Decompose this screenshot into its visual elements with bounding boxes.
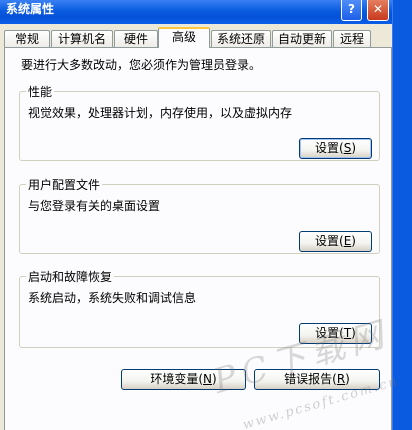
tab-hardware[interactable]: 硬件 xyxy=(114,30,158,48)
performance-settings-button[interactable]: 设置(S) xyxy=(299,138,372,159)
tab-strip: 常规 计算机名 硬件 高级 系统还原 自动更新 远程 xyxy=(4,27,392,48)
environment-variables-label: 环境变量 xyxy=(150,372,199,386)
admin-notice: 要进行大多数改动，您必须作为管理员登录。 xyxy=(21,58,262,72)
window-title: 系统属性 xyxy=(6,2,55,16)
tab-panel-advanced: 要进行大多数改动，您必须作为管理员登录。 性能 视觉效果，处理器计划，内存使用，… xyxy=(4,47,392,430)
user-profiles-settings-button[interactable]: 设置(E) xyxy=(299,231,372,252)
window-edge xyxy=(392,0,412,430)
performance-description: 视觉效果，处理器计划，内存使用，以及虚拟内存 xyxy=(28,106,293,120)
help-button[interactable]: ? xyxy=(341,0,362,21)
tab-general[interactable]: 常规 xyxy=(4,30,50,48)
title-bar[interactable]: 系统属性 ? ✕ xyxy=(0,0,412,24)
error-reporting-mnemonic: R xyxy=(336,372,346,386)
performance-settings-label: 设置 xyxy=(314,141,339,155)
user-profiles-settings-mnemonic: E xyxy=(343,234,352,248)
user-profiles-group: 用户配置文件 与您登录有关的桌面设置 设置(E) xyxy=(19,176,380,254)
close-button[interactable]: ✕ xyxy=(367,0,389,21)
performance-settings-mnemonic: S xyxy=(343,141,352,155)
tab-advanced[interactable]: 高级 xyxy=(158,27,210,48)
startup-recovery-group-title: 启动和故障恢复 xyxy=(26,268,115,285)
tab-remote[interactable]: 远程 xyxy=(333,30,371,48)
performance-group: 性能 视觉效果，处理器计划，内存使用，以及虚拟内存 设置(S) xyxy=(19,83,380,161)
user-profiles-settings-label: 设置 xyxy=(315,234,340,248)
performance-group-title: 性能 xyxy=(26,83,55,100)
startup-recovery-description: 系统启动，系统失败和调试信息 xyxy=(28,291,197,305)
environment-variables-mnemonic: N xyxy=(203,372,212,386)
user-profiles-group-title: 用户配置文件 xyxy=(26,176,103,193)
user-profiles-description: 与您登录有关的桌面设置 xyxy=(28,199,161,213)
tab-system-restore[interactable]: 系统还原 xyxy=(211,30,271,48)
tab-auto-update[interactable]: 自动更新 xyxy=(272,30,332,48)
tab-computer-name[interactable]: 计算机名 xyxy=(51,30,113,48)
